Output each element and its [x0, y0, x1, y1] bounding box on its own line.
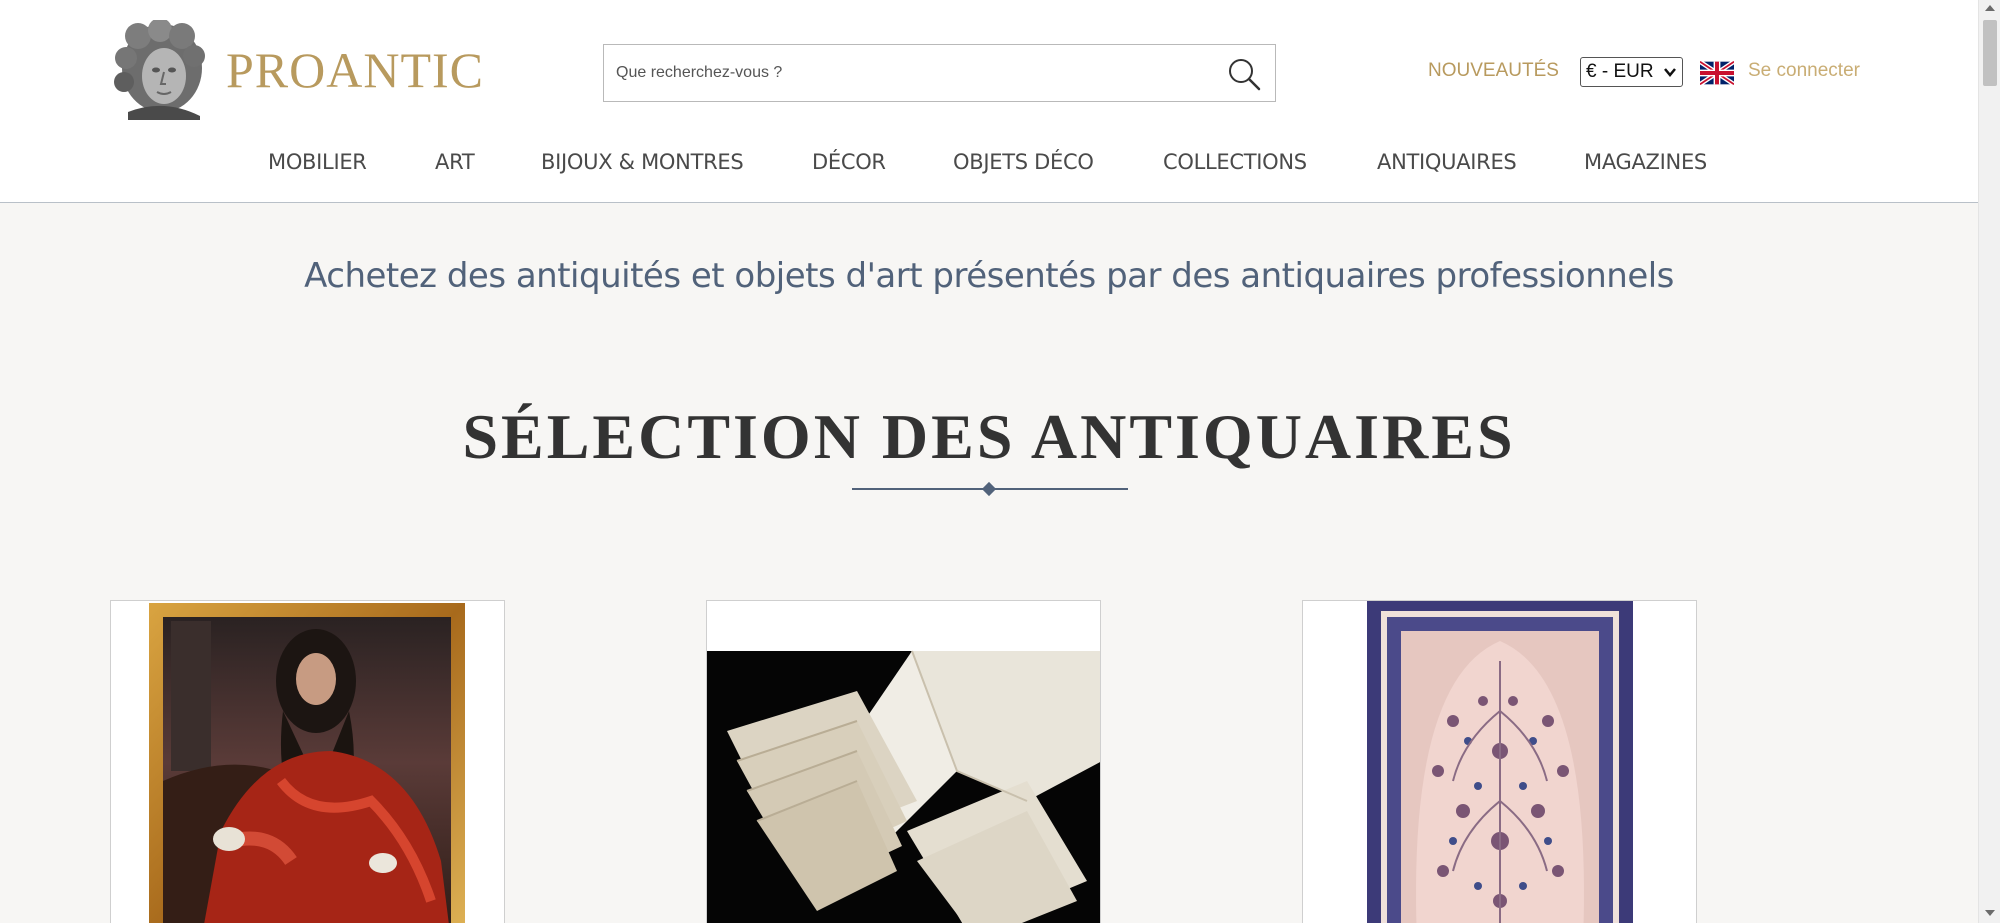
main-nav: MOBILIER ART BIJOUX & MONTRES DÉCOR OBJE… [0, 150, 1978, 180]
search-icon[interactable] [1227, 57, 1261, 91]
nav-item-bijoux-montres[interactable]: BIJOUX & MONTRES [541, 150, 744, 174]
lace-linens-image [707, 601, 1100, 923]
site-header: PROANTIC NOUVEAUTÉS € - EUR Se connecter… [0, 0, 1978, 203]
uk-flag-icon[interactable] [1700, 61, 1734, 85]
scroll-up-icon[interactable] [1985, 5, 1995, 11]
section-title: SÉLECTION DES ANTIQUAIRES [462, 401, 1516, 472]
bust-logo-icon [114, 20, 205, 120]
product-card[interactable] [110, 600, 505, 923]
oriental-rug-image [1303, 601, 1696, 923]
logo[interactable]: PROANTIC [110, 20, 484, 120]
product-card[interactable] [1302, 600, 1697, 923]
nav-item-decor[interactable]: DÉCOR [812, 150, 886, 174]
product-card[interactable] [706, 600, 1101, 923]
currency-select[interactable]: € - EUR [1580, 57, 1683, 87]
nav-item-mobilier[interactable]: MOBILIER [268, 150, 367, 174]
nav-item-collections[interactable]: COLLECTIONS [1163, 150, 1307, 174]
scrollbar[interactable] [1978, 0, 2000, 923]
logo-text: PROANTIC [226, 42, 485, 98]
nav-item-objets-deco[interactable]: OBJETS DÉCO [953, 150, 1094, 174]
nav-item-magazines[interactable]: MAGAZINES [1584, 150, 1707, 174]
login-link[interactable]: Se connecter [1748, 60, 1860, 82]
divider-diamond-icon [981, 481, 997, 497]
nav-item-antiquaires[interactable]: ANTIQUAIRES [1377, 150, 1517, 174]
tagline: Achetez des antiquités et objets d'art p… [304, 256, 1674, 296]
scroll-thumb[interactable] [1983, 20, 1997, 86]
currency-value: € - EUR [1586, 61, 1654, 82]
chevron-down-icon [1664, 68, 1676, 77]
search-bar [603, 44, 1276, 102]
nav-item-art[interactable]: ART [435, 150, 475, 174]
portrait-painting-image [111, 601, 504, 923]
scroll-down-icon[interactable] [1985, 910, 1995, 916]
search-input[interactable] [604, 45, 1204, 101]
nouveautes-link[interactable]: NOUVEAUTÉS [1428, 60, 1559, 82]
